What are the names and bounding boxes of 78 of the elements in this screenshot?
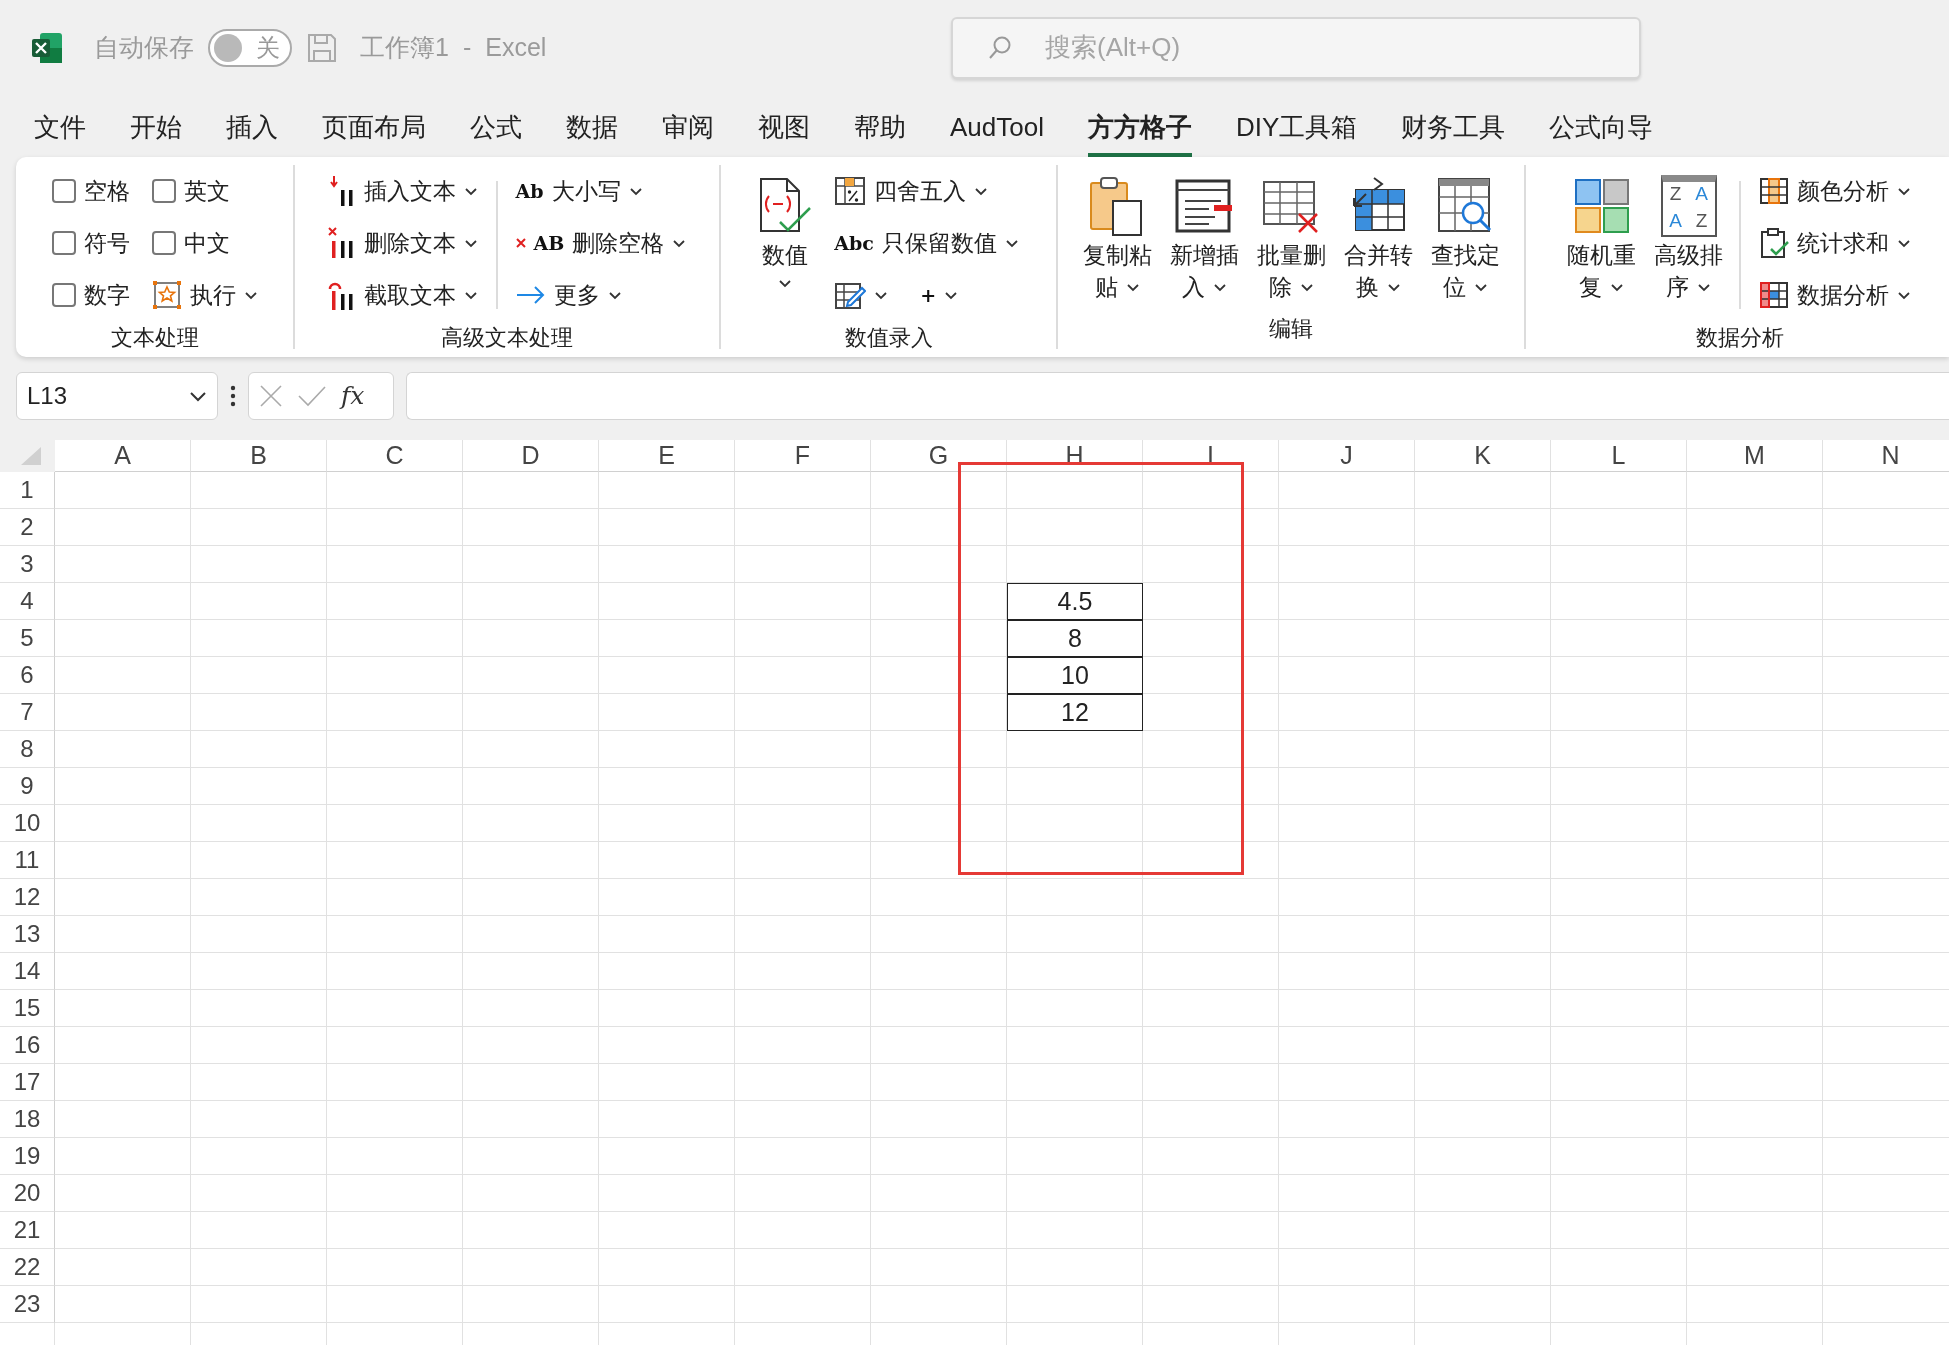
checkbox-option[interactable]: 中文 xyxy=(147,217,262,269)
caret-icon xyxy=(189,390,207,402)
spreadsheet-logo-icon xyxy=(30,30,64,65)
group-label: 数值录入 xyxy=(843,324,934,352)
search-icon xyxy=(987,34,1013,61)
table-cell: 10 xyxy=(1007,657,1143,694)
ribbon-large-button[interactable]: 合并转 换 xyxy=(1341,165,1415,312)
ribbon-button[interactable]: 更多 xyxy=(511,269,691,321)
menu-tab[interactable]: 页面布局 xyxy=(322,100,426,157)
group-label: 编辑 xyxy=(1268,315,1314,343)
checkbox-option[interactable]: 符号 xyxy=(47,217,134,269)
delete-bars-icon xyxy=(327,227,356,259)
ribbon-button[interactable]: Ab 大小写 xyxy=(511,165,691,217)
menu-tab[interactable]: 审阅 xyxy=(662,100,714,157)
menu-tab[interactable]: 公式 xyxy=(470,100,522,157)
app-name: Excel xyxy=(485,31,547,63)
title-separator: - xyxy=(462,31,472,63)
arrow-icon xyxy=(515,285,546,305)
insert-bars-icon xyxy=(327,175,356,207)
menu-tab[interactable]: 插入 xyxy=(226,100,278,157)
star-frame-icon xyxy=(151,280,182,310)
menu-tab[interactable]: 数据 xyxy=(566,100,618,157)
ribbon-large-button[interactable]: 随机重 复 xyxy=(1565,165,1638,321)
table-cell: 12 xyxy=(1007,694,1143,731)
ribbon-button[interactable]: 删除文本 xyxy=(323,217,482,269)
pencil-grid-icon xyxy=(834,280,867,310)
menu-tab[interactable]: 帮助 xyxy=(854,100,906,157)
name-box[interactable]: L13 xyxy=(16,372,218,420)
ribbon-large-button[interactable]: 新增插 入 xyxy=(1167,165,1241,312)
cell-reference: L13 xyxy=(27,381,68,411)
percent-grid-icon xyxy=(834,176,867,206)
save-icon xyxy=(306,31,338,64)
menu-tab[interactable]: 视图 xyxy=(758,100,810,157)
ribbon-large-button[interactable]: 复制粘 贴 xyxy=(1080,165,1154,312)
highlighted-column-grid-icon xyxy=(1759,177,1789,205)
ribbon-button[interactable]: Abc 只保留数值 xyxy=(830,217,1023,269)
table-cell: 4.5 xyxy=(1007,583,1143,620)
checkbox-option[interactable]: 空格 xyxy=(47,165,134,217)
close-icon xyxy=(259,384,283,408)
search-field[interactable]: 搜索(Alt+Q) xyxy=(951,16,1641,79)
ribbon-button[interactable]: 颜色分析 xyxy=(1755,165,1915,217)
table-cell: 8 xyxy=(1007,620,1143,657)
formula-input[interactable] xyxy=(406,372,1949,420)
menu-tab[interactable]: AudTool xyxy=(950,100,1044,157)
ribbon-button[interactable]: 截取文本 xyxy=(323,269,482,321)
ribbon-button[interactable]: AB 删除空格 xyxy=(511,217,691,269)
ribbon-button[interactable]: 插入文本 xyxy=(323,165,482,217)
marked-grid-icon xyxy=(1759,281,1789,309)
menu-tab[interactable]: 公式向导 xyxy=(1549,100,1654,157)
ribbon-button[interactable]: 执行 xyxy=(147,269,262,321)
document-title: 工作簿1 xyxy=(360,31,449,63)
group-label: 数据分析 xyxy=(1695,324,1785,352)
ribbon-large-button[interactable]: 批量删 除 xyxy=(1254,165,1328,312)
menu-tab[interactable]: DIY工具箱 xyxy=(1235,100,1358,157)
cross-icon xyxy=(515,238,526,248)
ribbon-button[interactable]: 四舍五入 xyxy=(830,165,1023,217)
ribbon-icon-button[interactable]: + xyxy=(916,269,963,321)
plus-icon: + xyxy=(920,280,937,310)
letters-icon: AB xyxy=(533,228,565,258)
ribbon-large-button[interactable]: Z A A Z 高级排 序 xyxy=(1652,165,1725,321)
menu-tab[interactable]: 财务工具 xyxy=(1401,100,1506,157)
ribbon-button[interactable]: 数据分析 xyxy=(1755,269,1915,321)
ribbon-large-button[interactable]: 数值 xyxy=(754,165,817,321)
checkbox-option[interactable]: 数字 xyxy=(47,269,134,321)
insert-function-button[interactable]: fx xyxy=(341,377,365,415)
ribbon-button[interactable]: 统计求和 xyxy=(1755,217,1915,269)
sort-letters-icon: Z A A Z xyxy=(1660,175,1717,237)
letters-icon: Abc xyxy=(834,228,874,258)
more-icon xyxy=(230,385,236,407)
checkbox-option[interactable]: 英文 xyxy=(147,165,262,217)
group-label: 高级文本处理 xyxy=(440,324,574,352)
check-icon xyxy=(297,384,327,408)
menu-tab[interactable]: 文件 xyxy=(34,100,86,157)
menu-tab[interactable]: 开始 xyxy=(130,100,182,157)
autosave-label: 自动保存 xyxy=(94,31,194,63)
ribbon-large-button[interactable]: 查找定 位 xyxy=(1428,165,1502,312)
group-label: 文本处理 xyxy=(109,324,200,352)
letters-icon: Ab xyxy=(515,176,544,206)
